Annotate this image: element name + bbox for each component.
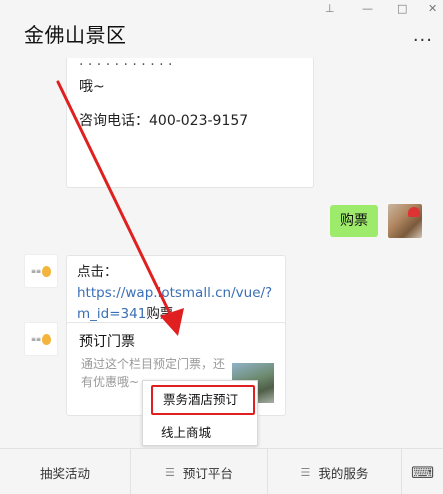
logo-icon: ≡≡ bbox=[30, 267, 42, 275]
menu-item-online-mall[interactable]: 线上商城 bbox=[143, 419, 259, 447]
menu-item-ticket-hotel[interactable]: 票务酒店预订 bbox=[151, 385, 255, 415]
tab-services[interactable]: ☰ 我的服务 bbox=[268, 449, 402, 494]
user-avatar[interactable] bbox=[388, 204, 422, 238]
official-account-avatar-2[interactable]: ≡≡ bbox=[24, 322, 58, 356]
official-account-avatar[interactable]: ≡≡ bbox=[24, 254, 58, 288]
tab-lottery[interactable]: 抽奖活动 bbox=[0, 449, 131, 494]
message-partial-text: · · · · · · · · · · · bbox=[79, 58, 173, 73]
message-text: 哦~ bbox=[79, 79, 105, 95]
pin-icon[interactable]: ⊥ bbox=[325, 2, 335, 15]
user-message-bubble: 购票 bbox=[330, 205, 378, 237]
close-icon[interactable]: ✕ bbox=[428, 2, 437, 15]
more-options-icon[interactable]: ··· bbox=[413, 30, 433, 51]
title-bar: 金佛山景区 ⊥ — □ ✕ ··· bbox=[0, 0, 443, 58]
logo-icon: ≡≡ bbox=[30, 335, 42, 343]
chat-title: 金佛山景区 bbox=[24, 23, 127, 47]
phone-text: 咨询电话：400-023-9157 bbox=[79, 113, 249, 129]
bottom-menu-bar: 抽奖活动 ☰ 预订平台 ☰ 我的服务 ⌨ bbox=[0, 448, 443, 494]
tab-booking-label: 预订平台 bbox=[182, 465, 233, 481]
minimize-icon[interactable]: — bbox=[362, 2, 373, 15]
message-bubble-info: · · · · · · · · · · · 哦~ 咨询电话：400-023-91… bbox=[66, 58, 314, 188]
tab-lottery-label: 抽奖活动 bbox=[39, 465, 90, 481]
menu-icon: ☰ bbox=[165, 465, 175, 479]
logo-flame-icon bbox=[42, 265, 52, 277]
tab-booking[interactable]: ☰ 预订平台 bbox=[131, 449, 268, 494]
link-prefix: 点击： bbox=[77, 264, 118, 280]
link-suffix: 购票 bbox=[146, 306, 174, 322]
menu-icon: ☰ bbox=[300, 465, 311, 479]
hat-icon bbox=[408, 207, 420, 217]
booking-link[interactable]: https://wap.lotsmall.cn/vue/?m_id=341 bbox=[77, 285, 272, 322]
popup-menu: 票务酒店预订 线上商城 bbox=[142, 380, 258, 446]
logo-flame-icon bbox=[42, 333, 52, 345]
card-title: 预订门票 bbox=[79, 334, 135, 350]
keyboard-icon[interactable]: ⌨ bbox=[402, 449, 443, 494]
tab-services-label: 我的服务 bbox=[318, 465, 369, 481]
maximize-icon[interactable]: □ bbox=[397, 2, 407, 15]
message-bubble-link: 点击： https://wap.lotsmall.cn/vue/?m_id=341… bbox=[66, 255, 286, 332]
